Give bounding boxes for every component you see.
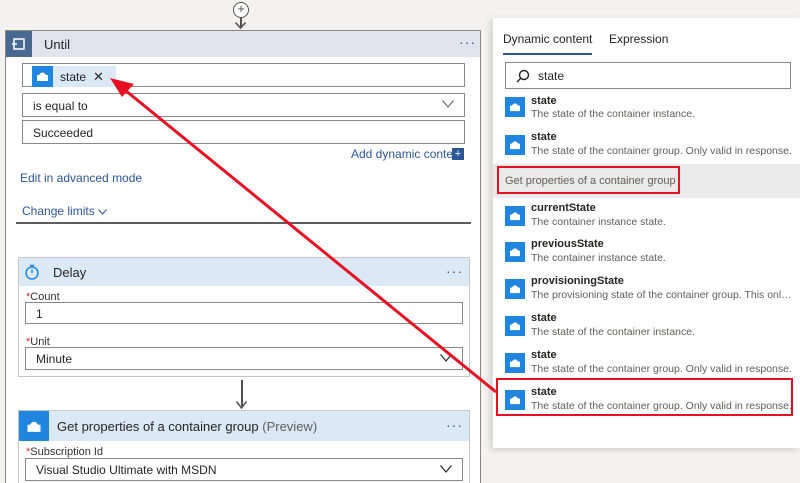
subscription-select[interactable]: Visual Studio Ultimate with MSDN [25, 458, 463, 481]
count-input[interactable]: 1 [25, 302, 463, 324]
change-limits-link[interactable]: Change limits [22, 204, 107, 218]
search-icon [516, 69, 530, 83]
container-instance-icon [505, 206, 525, 226]
item-name: currentState [531, 202, 596, 214]
chevron-down-icon [440, 354, 452, 362]
operator-value: is equal to [33, 99, 88, 113]
arrow-down-icon [235, 22, 246, 29]
condition-left-field[interactable]: state ✕ [22, 63, 465, 87]
state-token[interactable]: state ✕ [32, 66, 116, 87]
group-highlight-box [497, 166, 680, 194]
until-menu-icon[interactable]: ··· [459, 34, 476, 50]
item-name: state [531, 312, 557, 324]
delay-header[interactable]: Delay ··· [19, 258, 469, 286]
timer-icon [19, 259, 45, 285]
item-desc: The state of the container instance. [531, 108, 696, 120]
until-header[interactable]: Until [6, 31, 480, 57]
container-instance-icon [505, 279, 525, 299]
container-instance-icon [505, 316, 525, 336]
container-instance-icon [505, 97, 525, 117]
tab-expression[interactable]: Expression [609, 32, 668, 46]
get-properties-menu-icon[interactable]: ··· [446, 417, 463, 433]
loop-icon [6, 31, 32, 57]
delay-card: Delay ··· *Count 1 *Unit Minute [18, 257, 470, 377]
add-dynamic-content-link[interactable]: Add dynamic content [351, 147, 463, 161]
condition-right-field[interactable]: Succeeded [22, 120, 465, 144]
list-item[interactable]: state The state of the container group. … [493, 346, 800, 382]
operator-select[interactable]: is equal to [22, 93, 465, 117]
unit-value: Minute [36, 352, 73, 366]
delay-menu-icon[interactable]: ··· [446, 263, 463, 279]
change-limits-label: Change limits [22, 204, 95, 218]
subscription-label: *Subscription Id [26, 446, 104, 458]
item-name: provisioningState [531, 275, 624, 287]
advanced-mode-link[interactable]: Edit in advanced mode [20, 171, 142, 185]
chevron-down-icon [98, 209, 107, 215]
get-properties-header[interactable]: Get properties of a container group (Pre… [19, 411, 469, 441]
item-desc: The state of the container group. Only v… [531, 145, 792, 157]
get-properties-title: Get properties of a container group (Pre… [57, 418, 318, 434]
section-divider [16, 222, 471, 224]
remove-token-icon[interactable]: ✕ [93, 69, 104, 85]
item-desc: The container instance state. [531, 252, 666, 264]
get-properties-card: Get properties of a container group (Pre… [18, 410, 470, 483]
condition-value: Succeeded [33, 126, 94, 140]
container-instance-icon [19, 411, 49, 441]
container-instance-icon [505, 135, 525, 155]
delay-title: Delay [53, 264, 87, 280]
add-dynamic-content-icon[interactable]: + [452, 148, 464, 160]
unit-select[interactable]: Minute [25, 347, 463, 370]
item-desc: The provisioning state of the container … [531, 289, 793, 301]
until-title: Until [44, 36, 71, 52]
search-value: state [538, 69, 565, 83]
add-step-icon[interactable]: + [233, 2, 249, 18]
item-desc: The container instance state. [531, 216, 666, 228]
item-highlight-box [496, 378, 793, 416]
item-name: previousState [531, 238, 604, 250]
token-label: state [60, 69, 87, 84]
list-item[interactable]: previousState The container instance sta… [493, 235, 800, 271]
subscription-value: Visual Studio Ultimate with MSDN [36, 463, 217, 477]
container-instance-icon [32, 66, 53, 87]
item-name: state [531, 131, 557, 143]
container-instance-icon [505, 353, 525, 373]
search-input[interactable]: state [505, 62, 791, 89]
arrow-down-icon [236, 401, 247, 409]
list-item[interactable]: currentState The container instance stat… [493, 199, 800, 235]
item-name: state [531, 349, 557, 361]
item-desc: The state of the container group. Only v… [531, 363, 792, 375]
list-item[interactable]: provisioningState The provisioning state… [493, 272, 800, 308]
list-item[interactable]: state The state of the container instanc… [493, 309, 800, 345]
count-value: 1 [36, 307, 43, 321]
list-item[interactable]: state The state of the container group. … [493, 128, 800, 164]
list-item[interactable]: state The state of the container instanc… [493, 94, 800, 130]
tab-dynamic-content[interactable]: Dynamic content [503, 32, 593, 55]
item-desc: The state of the container instance. [531, 326, 696, 338]
container-instance-icon [505, 242, 525, 262]
item-name: state [531, 95, 557, 107]
chevron-down-icon [440, 465, 452, 473]
chevron-down-icon [442, 100, 454, 108]
